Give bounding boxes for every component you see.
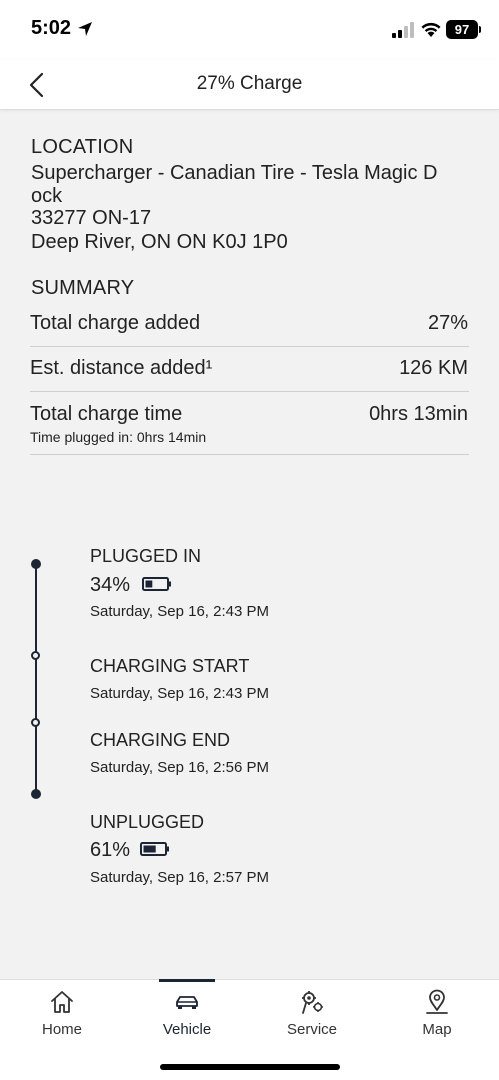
timeline-dot-charging-end xyxy=(31,718,40,727)
event-date-charging-end: Saturday, Sep 16, 2:56 PM xyxy=(90,759,269,776)
status-bar: 5:02 97 xyxy=(0,0,499,60)
summary-row-label: Total charge time xyxy=(30,403,183,425)
timeline-dot-plugged-in xyxy=(31,559,41,569)
event-title-unplugged: UNPLUGGED xyxy=(90,812,205,832)
tab-map[interactable]: Map xyxy=(375,980,499,1050)
summary-row-label: Est. distance added¹ xyxy=(30,357,213,379)
event-title-charging-end: CHARGING END xyxy=(90,730,231,750)
service-icon xyxy=(302,991,323,1014)
tab-home[interactable]: Home xyxy=(0,980,124,1050)
status-time: 5:02 xyxy=(31,17,72,39)
event-date-plugged-in: Saturday, Sep 16, 2:43 PM xyxy=(90,603,269,620)
map-pin-icon xyxy=(426,989,448,1014)
event-title-plugged-in: PLUGGED IN xyxy=(90,546,202,566)
battery-nub xyxy=(479,26,481,33)
time-plugged-in-note: Time plugged in: 0hrs 14min xyxy=(30,429,207,445)
home-indicator xyxy=(160,1064,340,1070)
event-percent-plugged-in: 34% xyxy=(90,574,131,596)
event-percent-unplugged: 61% xyxy=(90,839,131,861)
event-title-charging-start: CHARGING START xyxy=(90,656,250,676)
summary-row-charge-added: Total charge added 27% xyxy=(30,302,469,347)
timeline-line xyxy=(35,564,37,794)
summary-row-value: 0hrs 13min xyxy=(369,403,468,425)
tab-vehicle[interactable]: Vehicle xyxy=(125,980,249,1050)
battery-low-icon xyxy=(142,577,171,591)
navigation-bar: 27% Charge xyxy=(0,60,499,110)
summary-row-value: 126 KM xyxy=(399,357,468,379)
summary-row-value: 27% xyxy=(427,312,468,334)
tab-label: Service xyxy=(286,1021,338,1038)
location-name-line1: Supercharger - Canadian Tire - Tesla Mag… xyxy=(31,162,438,184)
tab-label: Map xyxy=(422,1021,452,1038)
location-name-line2: ock xyxy=(31,185,63,207)
tab-service[interactable]: Service xyxy=(250,980,374,1050)
event-date-charging-start: Saturday, Sep 16, 2:43 PM xyxy=(90,685,269,702)
tab-label: Home xyxy=(41,1021,82,1038)
home-icon xyxy=(51,991,73,1013)
summary-row-label: Total charge added xyxy=(30,312,201,334)
tab-label: Vehicle xyxy=(162,1021,212,1038)
summary-row-distance-added: Est. distance added¹ 126 KM xyxy=(30,347,469,392)
location-arrow-icon xyxy=(78,22,92,36)
timeline-dot-charging-start xyxy=(31,651,40,660)
location-heading: LOCATION xyxy=(31,136,134,158)
cellular-signal-icon xyxy=(392,22,414,38)
location-city: Deep River, ON ON K0J 1P0 xyxy=(31,231,288,253)
location-street: 33277 ON-17 xyxy=(31,207,152,229)
summary-row-charge-time: Total charge time 0hrs 13min Time plugge… xyxy=(30,392,469,455)
page-title: 27% Charge xyxy=(196,73,303,94)
car-icon xyxy=(176,996,198,1009)
summary-heading: SUMMARY xyxy=(31,277,135,299)
timeline-dot-unplugged xyxy=(31,789,41,799)
battery-level-indicator: 97 xyxy=(446,20,478,39)
event-date-unplugged: Saturday, Sep 16, 2:57 PM xyxy=(90,869,269,886)
battery-medium-icon xyxy=(140,842,169,856)
wifi-icon xyxy=(421,22,441,37)
